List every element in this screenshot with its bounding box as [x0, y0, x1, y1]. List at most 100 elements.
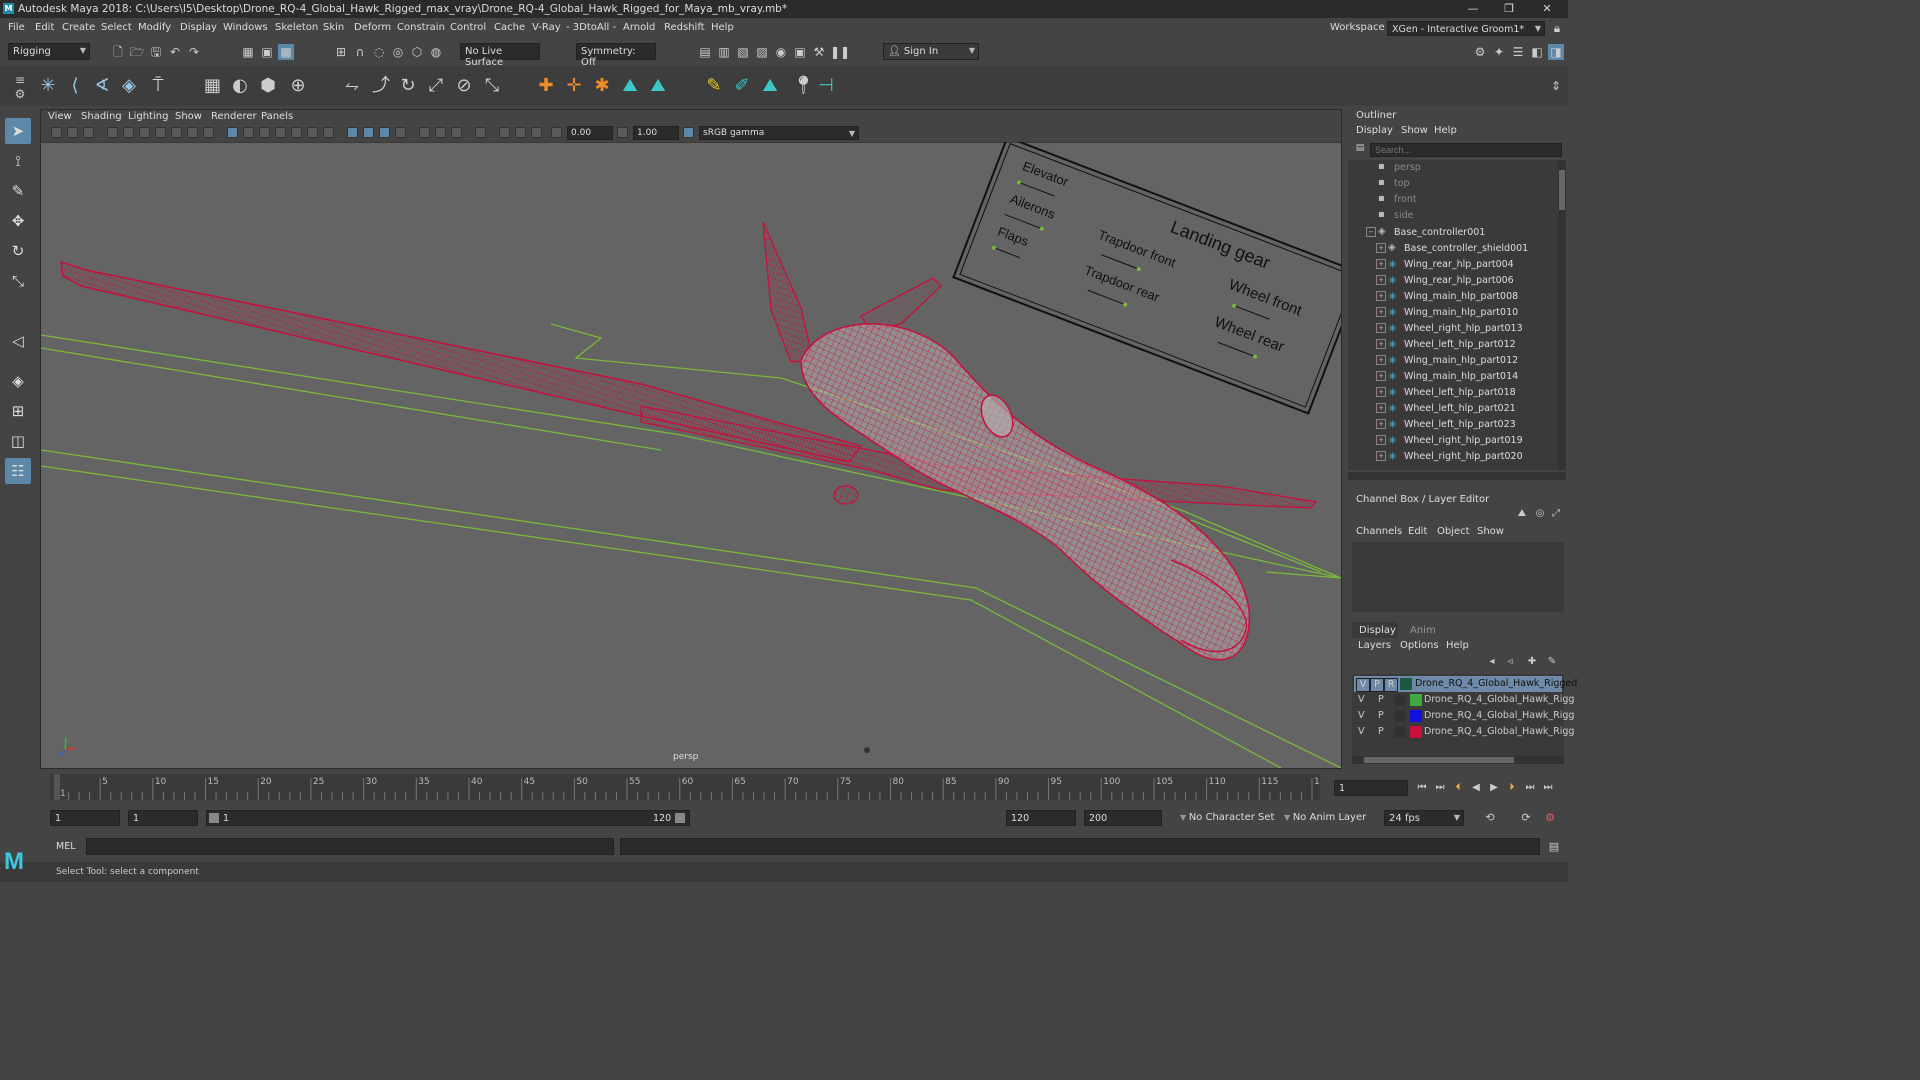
range-slider[interactable]: 1 120 [206, 810, 690, 826]
viewport-menu-view[interactable]: View [48, 111, 72, 122]
mash-network-icon[interactable]: ⛰︎ [650, 77, 666, 95]
isolate-select-icon[interactable] [379, 127, 390, 138]
new-layer-selected-icon[interactable]: ✎ [1544, 654, 1560, 670]
scale-tool-icon[interactable]: ⤡ [5, 268, 31, 294]
channel-box-toggle-icon[interactable]: ⛰︎ [1514, 506, 1530, 522]
step-forward-frame-icon[interactable]: ⏵ [1504, 780, 1520, 796]
snap-grid-icon[interactable]: ⊞ [333, 44, 349, 60]
textured-icon[interactable] [275, 127, 286, 138]
menu-skin[interactable]: Skin [323, 22, 344, 33]
select-component-icon[interactable]: ▩ [278, 44, 294, 60]
outliner-item[interactable]: + ◈ Base_controller_shield001 [1348, 241, 1558, 257]
move-layer-up-icon[interactable]: ◂ [1484, 654, 1500, 670]
gamma-icon[interactable] [617, 127, 628, 138]
command-input[interactable] [86, 838, 614, 855]
minimize-button[interactable]: — [1458, 0, 1488, 18]
layer-row[interactable]: V P Drone_RQ_4_Global_Hawk_Rigg [1354, 708, 1574, 724]
gamma-field[interactable]: 1.00 [633, 126, 679, 140]
outliner-item[interactable]: + ✳ Wing_main_hlp_part012 [1348, 353, 1558, 369]
color-space-dropdown[interactable]: sRGB gamma ▼ [699, 126, 859, 140]
locator-icon[interactable]: ✚ [538, 77, 554, 95]
layer-row[interactable]: V P Drone_RQ_4_Global_Hawk_Rigg [1354, 724, 1574, 740]
parent-constraint-icon[interactable]: ⥊ [344, 77, 360, 95]
layer-row[interactable]: V P R Drone_RQ_4_Global_Hawk_Rigged [1354, 676, 1577, 692]
menu-select[interactable]: Select [101, 22, 132, 33]
workspace-dropdown[interactable]: XGen - Interactive Groom1* ▼ [1387, 21, 1545, 36]
ik-handle-icon[interactable]: ⟨ [67, 77, 83, 95]
channel-menu-show[interactable]: Show [1477, 526, 1504, 537]
render-frame-icon[interactable]: ▥ [716, 44, 732, 60]
viewport-menu-panels[interactable]: Panels [261, 111, 293, 122]
snap-pivot-icon[interactable]: ◍ [428, 44, 444, 60]
ipr-render-icon[interactable]: ▧ [735, 44, 751, 60]
shelf-options-icon[interactable]: ⚙︎ [12, 86, 28, 102]
move-tool-icon[interactable]: ✥ [5, 208, 31, 234]
expand-icon[interactable]: + [1376, 355, 1386, 365]
range-slider-end-handle[interactable] [675, 813, 685, 823]
rotate-tool-icon[interactable]: ↻ [5, 238, 31, 264]
tab-anim[interactable]: Anim [1410, 625, 1436, 636]
maximize-button[interactable]: ❐ [1494, 0, 1524, 18]
animation-preferences-icon[interactable]: ⚙︎ [1542, 810, 1558, 826]
camera-attributes-icon[interactable] [67, 127, 78, 138]
slider-handle[interactable] [1231, 303, 1236, 308]
outliner-item[interactable]: + ✳ Wheel_left_hlp_part018 [1348, 385, 1558, 401]
bookmarks-icon[interactable] [83, 127, 94, 138]
range-start-field[interactable]: 1 [50, 810, 120, 826]
expand-icon[interactable]: + [1376, 435, 1386, 445]
time-slider[interactable]: 1 5 10 15 20 25 30 35 40 45 50 55 60 65 70 75 80 85 90 95 10… [40, 772, 1568, 804]
humanik-icon[interactable]: ✱ [594, 77, 610, 95]
attribute-editor-icon[interactable]: ☰ [1510, 44, 1526, 60]
layer-reference-toggle[interactable] [1394, 710, 1406, 722]
two-sided-lighting-icon[interactable] [531, 127, 542, 138]
expand-icon[interactable]: + [1376, 339, 1386, 349]
outliner-item[interactable]: + ✳ Wheel_left_hlp_part021 [1348, 401, 1558, 417]
outliner-item[interactable]: + ✳ Wing_main_hlp_part010 [1348, 305, 1558, 321]
two-view-icon[interactable]: ◫ [5, 428, 31, 454]
xray-icon[interactable] [347, 127, 358, 138]
scale-constraint-icon[interactable]: ⤢ [428, 77, 444, 95]
menu-3dtoall[interactable]: - 3DtoAll - [566, 22, 616, 33]
viewport-menu-renderer[interactable]: Renderer [211, 111, 257, 122]
menu-display[interactable]: Display [180, 22, 217, 33]
move-layer-down-icon[interactable]: ◃ [1502, 654, 1518, 670]
cluster-icon[interactable]: ▦ [204, 77, 221, 95]
tail-stabilizer[interactable] [860, 277, 942, 331]
paint-weights-icon[interactable]: ✎ [706, 77, 722, 95]
go-to-end-icon[interactable]: ⏭ [1540, 780, 1556, 796]
bind-skin-icon[interactable]: ◈ [121, 77, 137, 95]
character-set-dropdown[interactable]: ▼ No Character Set [1176, 810, 1286, 826]
vray-frame-icon[interactable]: ▣ [792, 44, 808, 60]
outliner-item[interactable]: + ✳ Wing_rear_hlp_part006 [1348, 273, 1558, 289]
resolution-gate-icon[interactable] [155, 127, 166, 138]
slider-trapdoor-front[interactable] [1101, 254, 1139, 270]
depth-of-field-icon[interactable] [451, 127, 462, 138]
expand-icon[interactable]: + [1376, 275, 1386, 285]
playback-start-field[interactable]: 1 [128, 810, 198, 826]
paint-select-tool-icon[interactable]: ✎ [5, 178, 31, 204]
layer-color-swatch[interactable] [1400, 678, 1412, 690]
outliner-item[interactable]: + ✳ Wing_main_hlp_part014 [1348, 369, 1558, 385]
layer-reference-toggle[interactable]: R [1384, 678, 1398, 692]
channel-menu-edit[interactable]: Edit [1408, 526, 1427, 537]
expand-icon[interactable]: + [1376, 307, 1386, 317]
landing-gear[interactable] [833, 485, 859, 505]
outliner-item[interactable]: + ✳ Wheel_left_hlp_part023 [1348, 417, 1558, 433]
menu-constrain[interactable]: Constrain [397, 22, 445, 33]
expand-icon[interactable]: + [1376, 371, 1386, 381]
slider-handle[interactable] [1136, 267, 1141, 272]
layer-color-swatch[interactable] [1410, 710, 1422, 722]
channel-box-icon[interactable]: ◨ [1548, 44, 1564, 60]
image-plane-icon[interactable] [107, 127, 118, 138]
outliner-item-root[interactable]: − ◈ Base_controller001 [1348, 225, 1558, 241]
expand-icon[interactable]: + [1376, 323, 1386, 333]
viewport-menu-lighting[interactable]: Lighting [128, 111, 168, 122]
live-surface-field[interactable]: No Live Surface [460, 43, 540, 68]
playback-end-field[interactable]: 120 [1006, 810, 1076, 826]
mash-repro-icon[interactable]: ⛰︎ [762, 77, 778, 95]
exposure-field[interactable]: 0.00 [567, 126, 613, 140]
select-tool-icon[interactable]: ➤ [5, 118, 31, 144]
slider-wheel-front[interactable] [1231, 304, 1270, 320]
wrap-icon[interactable]: ⬢ [260, 77, 276, 95]
scene-canvas[interactable]: Elevator Ailerons Flaps Landing gear Tra… [41, 142, 1341, 768]
